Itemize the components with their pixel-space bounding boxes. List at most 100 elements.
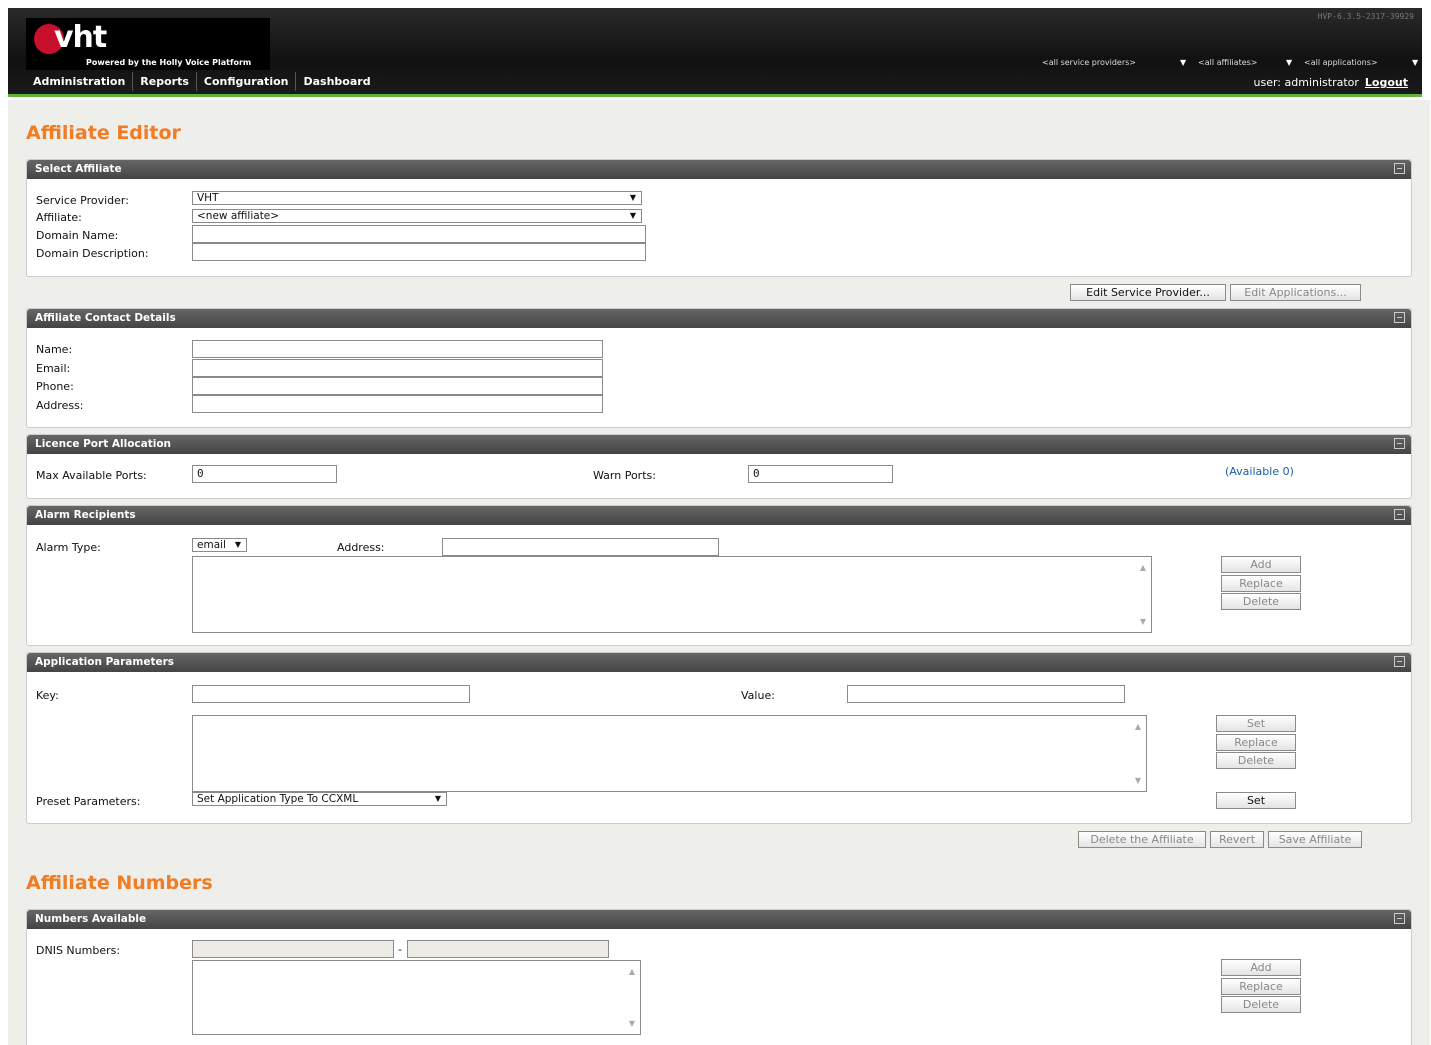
edit-service-provider-button[interactable]: Edit Service Provider... xyxy=(1070,284,1226,301)
collapse-icon[interactable] xyxy=(1394,163,1405,174)
scroll-up-icon[interactable]: ▲ xyxy=(1135,722,1141,731)
panel-header: Numbers Available xyxy=(27,910,1411,929)
nav-configuration[interactable]: Configuration xyxy=(197,72,297,91)
select-affiliate-panel: Select Affiliate Service Provider: VHT ▼… xyxy=(26,159,1412,277)
contact-email-label: Email: xyxy=(36,362,71,375)
contact-email-input[interactable] xyxy=(192,359,603,377)
edit-applications-button[interactable]: Edit Applications... xyxy=(1230,284,1361,301)
panel-header: Alarm Recipients xyxy=(27,506,1411,525)
collapse-icon[interactable] xyxy=(1394,913,1405,924)
scroll-down-icon[interactable]: ▼ xyxy=(1135,776,1141,785)
contact-name-input[interactable] xyxy=(192,340,603,358)
chevron-down-icon: ▼ xyxy=(629,193,636,202)
affiliate-select-value: <new affiliate> xyxy=(197,210,280,222)
alarm-add-button[interactable]: Add xyxy=(1221,556,1301,573)
max-ports-input[interactable]: 0 xyxy=(192,465,337,483)
user-info: user: administrator Logout xyxy=(1254,76,1409,89)
contact-phone-input[interactable] xyxy=(192,377,603,395)
alarm-type-label: Alarm Type: xyxy=(36,541,101,554)
value-label: Value: xyxy=(741,689,775,702)
chevron-down-icon: ▼ xyxy=(1180,58,1187,67)
contact-address-input[interactable] xyxy=(192,395,603,413)
scroll-up-icon[interactable]: ▲ xyxy=(629,967,635,976)
preset-parameters-select[interactable]: Set Application Type To CCXML ▼ xyxy=(192,792,447,806)
panel-header: Licence Port Allocation xyxy=(27,435,1411,454)
service-provider-filter-value: <all service providers> xyxy=(1042,58,1136,67)
dnis-add-button[interactable]: Add xyxy=(1221,959,1301,976)
alarm-replace-button[interactable]: Replace xyxy=(1221,575,1301,592)
panel-title: Application Parameters xyxy=(35,656,175,668)
service-provider-select[interactable]: VHT ▼ xyxy=(192,191,642,205)
contact-phone-label: Phone: xyxy=(36,380,74,393)
warn-ports-label: Warn Ports: xyxy=(593,469,656,482)
app-header: vht Powered by the Holly Voice Platform … xyxy=(8,8,1422,97)
key-label: Key: xyxy=(36,689,59,702)
dnis-from-input[interactable] xyxy=(192,940,394,958)
key-input[interactable] xyxy=(192,685,470,703)
scroll-down-icon[interactable]: ▼ xyxy=(1140,617,1146,626)
main-nav: Administration Reports Configuration Das… xyxy=(26,72,378,91)
collapse-icon[interactable] xyxy=(1394,312,1405,323)
collapse-icon[interactable] xyxy=(1394,438,1405,449)
dnis-to-input[interactable] xyxy=(407,940,609,958)
affiliate-filter[interactable]: <all affiliates> ▼ xyxy=(1198,58,1306,67)
logo-mark: vht xyxy=(54,20,107,55)
warn-ports-input[interactable]: 0 xyxy=(748,465,893,483)
scroll-up-icon[interactable]: ▲ xyxy=(1140,563,1146,572)
dnis-numbers-list[interactable]: ▲ ▼ xyxy=(192,960,641,1035)
range-separator: - xyxy=(398,943,402,956)
panel-title: Select Affiliate xyxy=(35,163,122,175)
nav-administration[interactable]: Administration xyxy=(26,72,134,91)
chevron-down-icon: ▼ xyxy=(1286,58,1293,67)
param-delete-button[interactable]: Delete xyxy=(1216,752,1296,769)
preset-parameters-select-value: Set Application Type To CCXML xyxy=(197,793,359,805)
affiliate-numbers-title: Affiliate Numbers xyxy=(26,872,213,894)
collapse-icon[interactable] xyxy=(1394,656,1405,667)
panel-title: Affiliate Contact Details xyxy=(35,312,176,324)
param-set-button[interactable]: Set xyxy=(1216,715,1296,732)
contact-name-label: Name: xyxy=(36,343,73,356)
alarm-type-select[interactable]: email ▼ xyxy=(192,538,247,552)
affiliate-select[interactable]: <new affiliate> ▼ xyxy=(192,209,642,223)
affiliate-label: Affiliate: xyxy=(36,211,82,224)
domain-description-label: Domain Description: xyxy=(36,247,149,260)
domain-description-input[interactable] xyxy=(192,243,646,261)
panel-header: Select Affiliate xyxy=(27,160,1411,179)
parameters-list[interactable]: ▲ ▼ xyxy=(192,715,1147,792)
scroll-down-icon[interactable]: ▼ xyxy=(629,1019,635,1028)
logo-tagline: Powered by the Holly Voice Platform xyxy=(86,58,252,67)
domain-name-input[interactable] xyxy=(192,225,646,243)
panel-header: Application Parameters xyxy=(27,653,1411,672)
application-filter[interactable]: <all applications> ▼ xyxy=(1304,58,1418,67)
revert-button[interactable]: Revert xyxy=(1210,831,1264,848)
dnis-replace-button[interactable]: Replace xyxy=(1221,978,1301,995)
alarm-recipients-list[interactable]: ▲ ▼ xyxy=(192,556,1152,633)
param-replace-button[interactable]: Replace xyxy=(1216,734,1296,751)
preset-set-button[interactable]: Set xyxy=(1216,792,1296,809)
page-body: Affiliate Editor Select Affiliate Servic… xyxy=(8,100,1430,1045)
save-affiliate-button[interactable]: Save Affiliate xyxy=(1268,831,1362,848)
collapse-icon[interactable] xyxy=(1394,509,1405,520)
panel-header: Affiliate Contact Details xyxy=(27,309,1411,328)
application-parameters-panel: Application Parameters Key: Value: ▲ ▼ S… xyxy=(26,652,1412,824)
nav-dashboard[interactable]: Dashboard xyxy=(296,72,377,91)
dnis-delete-button[interactable]: Delete xyxy=(1221,996,1301,1013)
service-provider-filter[interactable]: <all service providers> ▼ xyxy=(1042,58,1194,67)
contact-address-label: Address: xyxy=(36,399,84,412)
panel-title: Alarm Recipients xyxy=(35,509,136,521)
panel-title: Licence Port Allocation xyxy=(35,438,172,450)
value-input[interactable] xyxy=(847,685,1125,703)
preset-parameters-label: Preset Parameters: xyxy=(36,795,141,808)
numbers-available-panel: Numbers Available DNIS Numbers: - ▲ ▼ Ad… xyxy=(26,909,1412,1045)
nav-reports[interactable]: Reports xyxy=(133,72,197,91)
alarm-address-label: Address: xyxy=(337,541,385,554)
delete-affiliate-button[interactable]: Delete the Affiliate xyxy=(1078,831,1206,848)
available-ports: (Available 0) xyxy=(1225,465,1294,478)
application-filter-value: <all applications> xyxy=(1304,58,1378,67)
alarm-type-select-value: email xyxy=(197,539,226,551)
logout-link[interactable]: Logout xyxy=(1365,76,1408,89)
user-label: user: administrator xyxy=(1253,76,1359,89)
vht-logo: vht Powered by the Holly Voice Platform xyxy=(26,18,270,70)
alarm-address-input[interactable] xyxy=(442,538,719,556)
alarm-delete-button[interactable]: Delete xyxy=(1221,593,1301,610)
